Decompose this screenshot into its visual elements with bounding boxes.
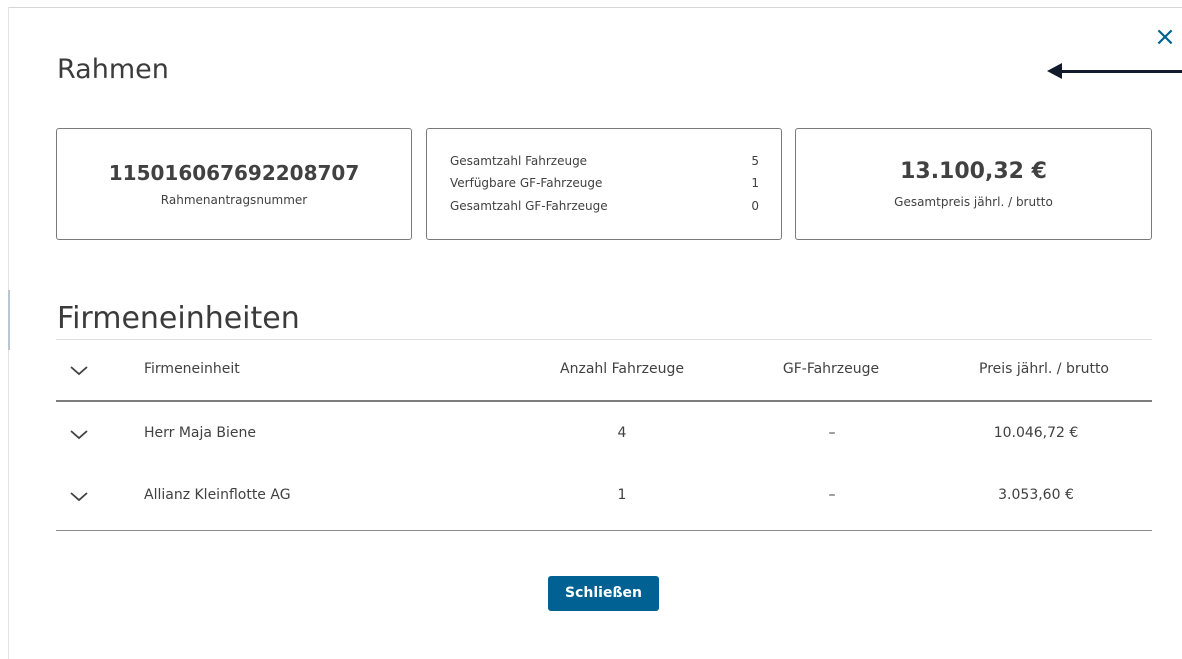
total-price-label: Gesamtpreis jährl. / brutto [894, 195, 1053, 209]
expand-row-chevron-icon[interactable] [68, 488, 90, 504]
dialog-top-border [8, 7, 1182, 8]
section-divider [56, 339, 1152, 340]
table-header-divider [56, 400, 1152, 402]
vehicle-stats-card: Gesamtzahl Fahrzeuge 5 Verfügbare GF-Fah… [426, 128, 782, 240]
stat-value: 1 [751, 176, 759, 190]
row-unit-name: Allianz Kleinflotte AG [144, 487, 291, 503]
row-gf-count: – [828, 487, 836, 503]
stat-value: 5 [751, 154, 759, 168]
expand-all-chevron-icon[interactable] [68, 362, 90, 378]
stat-label: Verfügbare GF-Fahrzeuge [450, 176, 603, 190]
stat-row: Gesamtzahl Fahrzeuge 5 [450, 154, 759, 172]
annotation-arrow-head [1047, 63, 1062, 79]
row-gf-count: – [828, 425, 836, 441]
column-header-price[interactable]: Preis jährl. / brutto [979, 361, 1109, 377]
page-title: Rahmen [57, 54, 169, 85]
row-vehicle-count: 1 [617, 487, 627, 503]
contract-number-card: 115016067692208707 Rahmenantragsnummer [56, 128, 412, 240]
row-vehicle-count: 4 [617, 425, 627, 441]
expand-row-chevron-icon[interactable] [68, 426, 90, 442]
total-price: 13.100,32 € [900, 159, 1047, 184]
contract-number: 115016067692208707 [108, 161, 360, 185]
table-bottom-divider [56, 530, 1152, 531]
column-header-vehicles[interactable]: Anzahl Fahrzeuge [560, 361, 684, 377]
annotation-arrow-line [1060, 70, 1182, 73]
row-price: 10.046,72 € [993, 425, 1079, 441]
row-unit-name: Herr Maja Biene [144, 425, 257, 441]
stat-row: Gesamtzahl GF-Fahrzeuge 0 [450, 199, 759, 217]
stat-label: Gesamtzahl Fahrzeuge [450, 154, 588, 168]
column-header-unit[interactable]: Firmeneinheit [144, 361, 240, 377]
close-icon[interactable]: × [1153, 22, 1177, 52]
stat-value: 0 [751, 199, 759, 213]
row-price: 3.053,60 € [998, 487, 1074, 503]
contract-number-label: Rahmenantragsnummer [160, 193, 308, 207]
column-header-gf[interactable]: GF-Fahrzeuge [783, 361, 879, 377]
scroll-indicator [8, 290, 10, 350]
section-title: Firmeneinheiten [57, 301, 300, 336]
close-button[interactable]: Schließen [548, 576, 659, 611]
total-price-card: 13.100,32 € Gesamtpreis jährl. / brutto [795, 128, 1152, 240]
stat-label: Gesamtzahl GF-Fahrzeuge [450, 199, 608, 213]
stat-row: Verfügbare GF-Fahrzeuge 1 [450, 176, 759, 194]
